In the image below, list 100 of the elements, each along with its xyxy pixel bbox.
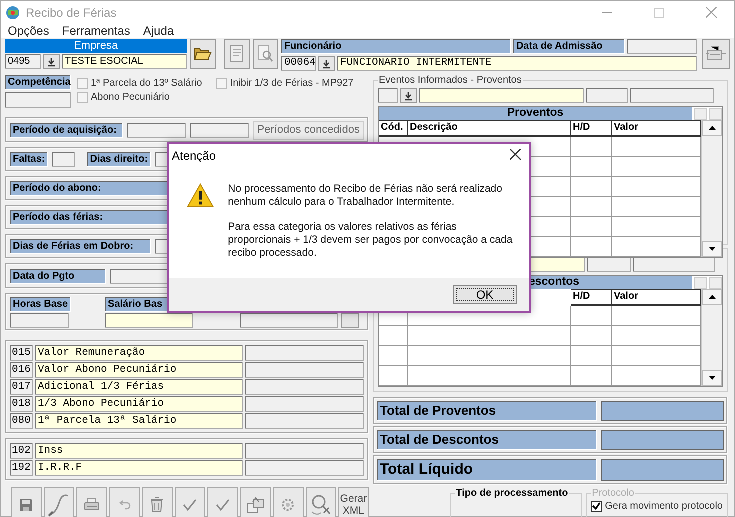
group-title: Eventos Informados - Proventos — [378, 75, 523, 86]
dropdown-button[interactable] — [400, 88, 417, 103]
group-title: Tipo de processamento — [455, 488, 570, 499]
open-folder-button[interactable] — [190, 39, 216, 69]
table-cell — [570, 177, 612, 197]
menu-item[interactable]: Ferramentas — [62, 24, 130, 38]
message-text: No processamento do Recibo de Férias não será realizado nenhum cálculo para o Trabalhador Intermitente. — [228, 183, 504, 209]
toolbar-button[interactable] — [702, 39, 730, 69]
app-icon — [6, 6, 20, 20]
download-arrow-icon — [404, 90, 413, 100]
text-field[interactable] — [630, 88, 714, 103]
value-field[interactable] — [245, 396, 364, 412]
text-field[interactable] — [587, 257, 631, 272]
search-icon — [258, 45, 274, 63]
document-icon — [228, 45, 245, 63]
employee-field[interactable]: FUNCIONARIO INTERMITENTE — [337, 56, 698, 71]
value-field[interactable] — [245, 362, 364, 378]
up-arrow-icon[interactable] — [708, 126, 716, 130]
toolbar-button[interactable] — [174, 487, 206, 517]
toolbar-button[interactable] — [11, 487, 42, 517]
lookup-button[interactable] — [341, 313, 360, 328]
checkbox-option[interactable]: 1ª Parcela do 13º Salário — [77, 78, 202, 89]
code-field[interactable]: 0495 — [5, 54, 41, 69]
text-field[interactable] — [586, 88, 628, 103]
report-button[interactable] — [224, 39, 250, 69]
down-arrow-icon[interactable] — [708, 247, 716, 251]
event-description: 1ª Parcela 13ª Salário — [35, 413, 243, 429]
warning-icon — [187, 183, 214, 208]
save-icon — [19, 498, 34, 512]
up-arrow-icon[interactable] — [708, 295, 716, 299]
pen-stroke-icon — [48, 493, 70, 517]
text-field[interactable] — [5, 92, 71, 108]
value-field[interactable] — [245, 379, 364, 395]
table-cell — [570, 157, 612, 177]
text-field[interactable] — [10, 313, 69, 328]
field-label: Data do Pgto — [10, 268, 106, 284]
column-header: H/D — [571, 120, 612, 137]
toolbar-button[interactable] — [207, 487, 238, 517]
ok-button[interactable]: OK — [453, 285, 517, 304]
text-field[interactable] — [419, 88, 584, 103]
dropdown-button[interactable] — [43, 54, 60, 69]
table-cell — [570, 137, 612, 157]
text-field[interactable] — [240, 313, 338, 328]
table-cell — [570, 217, 612, 237]
message-text: Para essa categoria os valores relativos as férias proporcionais + 1/3 devem ser pagos por convocação a cada recibo processado. — [228, 221, 514, 260]
printer-icon — [84, 498, 100, 512]
toolbar-button[interactable] — [142, 487, 173, 517]
scrollbar[interactable] — [701, 120, 722, 257]
checkbox-option[interactable]: Abono Pecuniário — [77, 92, 202, 103]
value-field[interactable] — [245, 460, 364, 476]
window-title: Recibo de Férias — [26, 6, 118, 20]
toolbar-button[interactable] — [76, 487, 108, 517]
down-arrow-icon[interactable] — [708, 376, 716, 380]
event-description: 1/3 Abono Pecuniário — [35, 396, 243, 412]
toolbar-button[interactable] — [306, 487, 336, 517]
column-header: Valor — [612, 289, 701, 306]
menu-item[interactable]: Opções — [8, 24, 50, 38]
close-icon — [510, 149, 521, 160]
check-icon — [216, 499, 230, 511]
total-label: Total Líquido — [377, 459, 597, 481]
column-header: Descrição — [408, 120, 571, 137]
value-field[interactable] — [245, 443, 364, 459]
check-icon — [183, 499, 198, 511]
toolbar-button[interactable] — [44, 487, 74, 517]
bin-icon — [150, 497, 164, 513]
total-label: Total de Descontos — [377, 430, 597, 450]
text-field[interactable] — [52, 152, 76, 167]
text-field[interactable] — [105, 313, 194, 328]
total-label: Total de Proventos — [377, 401, 597, 421]
code-field: 017 — [10, 379, 33, 395]
company-field[interactable]: TESTE ESOCIAL — [62, 54, 188, 69]
text-field[interactable] — [127, 122, 186, 138]
field-label: Período de aquisição: — [10, 122, 123, 138]
download-arrow-icon — [322, 58, 332, 68]
periods-button[interactable]: Períodos concedidos — [253, 120, 364, 140]
toolbar-button[interactable] — [240, 487, 271, 517]
text-field[interactable] — [190, 122, 250, 138]
value-field[interactable] — [245, 345, 364, 361]
value-field[interactable] — [245, 413, 364, 429]
text-field[interactable] — [378, 88, 398, 103]
check-icon — [592, 502, 602, 511]
checkbox-option[interactable]: Inibir 1/3 de Férias - MP927 — [216, 78, 354, 89]
column-header: Valor — [612, 120, 701, 137]
date-field[interactable] — [627, 39, 698, 54]
event-description: I.R.R.F — [35, 460, 243, 476]
generate-xml-button[interactable]: Gerar XML — [338, 487, 370, 517]
code-field[interactable]: 00064 — [281, 56, 316, 71]
toolbar-button[interactable] — [272, 487, 304, 517]
menu-item[interactable]: Ajuda — [143, 24, 174, 38]
scrollbar[interactable] — [701, 289, 722, 386]
event-description: Valor Remuneração — [35, 345, 243, 361]
dropdown-button[interactable] — [318, 56, 336, 71]
search-button[interactable] — [252, 39, 278, 69]
event-description: Valor Abono Pecuniário — [35, 362, 243, 378]
code-field: 018 — [10, 396, 33, 412]
close-button[interactable] — [510, 149, 521, 163]
text-field[interactable] — [633, 257, 715, 272]
event-description: Adicional 1/3 Férias — [35, 379, 243, 395]
field-label: Dias direito: — [87, 152, 152, 167]
undo-icon — [118, 500, 131, 510]
